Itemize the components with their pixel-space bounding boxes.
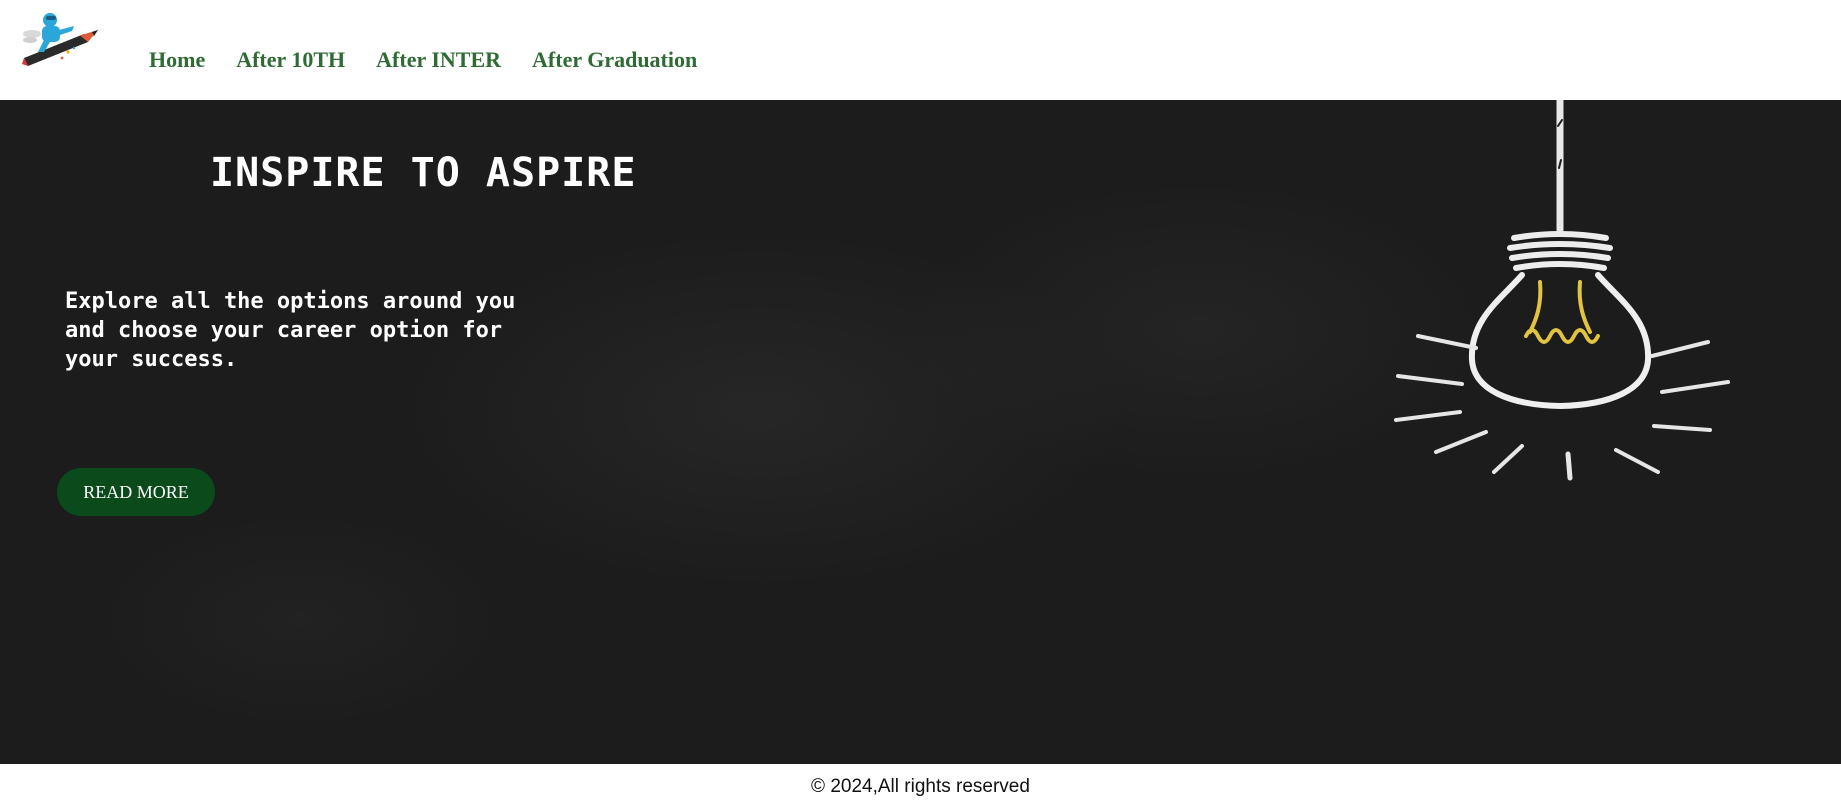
hero-banner: INSPIRE TO ASPIRE Explore all the option… — [0, 100, 1841, 764]
read-more-button[interactable]: READ MORE — [57, 468, 215, 516]
rocket-pencil-logo-icon[interactable] — [22, 12, 106, 70]
nav-link-home[interactable]: Home — [149, 47, 205, 73]
nav-link-after-graduation[interactable]: After Graduation — [532, 47, 697, 73]
site-footer: © 2024,All rights reserved — [0, 764, 1841, 811]
nav-link-after-10th[interactable]: After 10TH — [236, 47, 345, 73]
main-nav: Home After 10TH After INTER After Gradua… — [149, 47, 728, 73]
hero-title: INSPIRE TO ASPIRE — [210, 150, 637, 196]
site-header: Home After 10TH After INTER After Gradua… — [0, 0, 1841, 100]
copyright-text: © 2024,All rights reserved — [811, 775, 1030, 797]
nav-link-after-inter[interactable]: After INTER — [376, 47, 501, 73]
hero-description: Explore all the options around you and c… — [65, 289, 516, 372]
lightbulb-icon — [1390, 100, 1740, 490]
